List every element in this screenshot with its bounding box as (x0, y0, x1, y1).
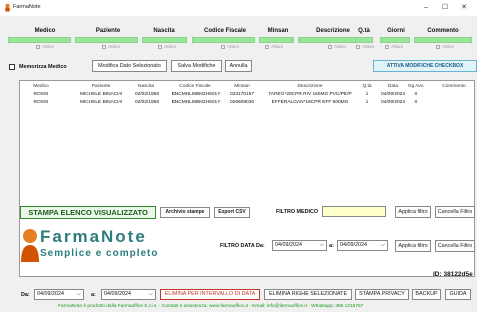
filter-active-codice-fiscale[interactable]: Attivo (221, 45, 239, 50)
table-row-1-qta: 1 (365, 100, 369, 105)
table-col-qta: Q.tà (362, 84, 372, 89)
table-col-paziente: Paziente (91, 84, 111, 89)
table-row-1-nascita: 02/02/1956 (134, 100, 159, 105)
table-col-minsan: Minsan (234, 84, 250, 89)
filter-codice-fiscale-input[interactable] (192, 37, 255, 43)
window-title: FarmaNote (13, 4, 41, 10)
filtro-medico-label: FILTRO MEDICO (276, 209, 319, 215)
table-row-0-codice-fiscale: BNCMHL56B02H501Y (171, 92, 221, 97)
header-commento: Commento (427, 28, 459, 34)
filter-active-commento[interactable]: Attivo (436, 45, 454, 50)
maximize-icon[interactable]: ☐ (438, 2, 452, 14)
filter-descrizione-input[interactable] (298, 37, 361, 43)
applica-filtro-medico-button[interactable]: Applica filtro (395, 206, 431, 218)
chevron-down-icon[interactable]: ⌵ (320, 241, 324, 250)
stampa-privacy-button[interactable]: STAMPA PRIVACY (355, 289, 409, 300)
table-col-medico: Medico (33, 84, 49, 89)
id-label: ID: 38122d5e (433, 271, 473, 278)
cancella-filtro-data-button[interactable]: Cancella Filtro (435, 240, 475, 252)
table-row-0-descrizione: TAREG*28CPR RIV 160MG PVC/PE/P (268, 92, 352, 97)
salva-modifiche-button[interactable]: Salva Modifiche (171, 60, 222, 72)
table-row-0-medico: ROSSI (33, 92, 49, 97)
filter-minsan-input[interactable] (259, 37, 294, 43)
table-col-gg-avv: Gg Avv. (407, 84, 425, 89)
elimina-righe-button[interactable]: ELIMINA RIGHE SELEZIONATE (264, 289, 352, 300)
close-icon[interactable]: ✕ (457, 2, 471, 14)
filtro-data-label: FILTRO DATA Da: (220, 243, 265, 249)
table-row-0-minsan: 033170157 (229, 92, 254, 97)
header-medico: Medico (34, 28, 56, 34)
filter-active-minsan[interactable]: Attivo (265, 45, 283, 50)
guida-button[interactable]: GUIDA (445, 289, 471, 300)
modifica-dato-button[interactable]: Modifica Dato Selezionato (92, 60, 167, 72)
export-csv-button[interactable]: Export CSV (214, 207, 250, 218)
table-row-0-nascita: 02/02/1956 (134, 92, 159, 97)
chevron-down-icon[interactable]: ⌵ (149, 290, 153, 299)
table-row-0-gg-avv: 0 (414, 92, 418, 97)
header-minsan: Minsan (267, 28, 289, 34)
filtro-data-a-input[interactable]: 04/09/2024 ⌵ (337, 240, 388, 251)
chevron-down-icon[interactable]: ⌵ (77, 290, 81, 299)
attiva-modifiche-checkbox-button[interactable]: ATTIVA MODIFICHE CHECKBOX (373, 60, 477, 72)
app-window: { "window": { "title": "FarmaNote" }, "h… (0, 0, 477, 312)
filter-active-medico[interactable]: Attivo (36, 45, 54, 50)
filter-nascita-input[interactable] (142, 37, 187, 43)
bottom-da-label: Da: (21, 292, 30, 298)
stampa-elenco-button[interactable]: STAMPA ELENCO VISUALIZZATO (20, 206, 156, 219)
table-row-1-gg-avv: 0 (414, 100, 418, 105)
minimize-icon[interactable]: – (419, 2, 433, 14)
filter-medico-input[interactable] (8, 37, 71, 43)
filter-qta-input[interactable] (355, 37, 373, 43)
header-nascita: Nascita (153, 28, 175, 34)
logo-title: FarmaNote (40, 227, 147, 246)
header-qta: Q.tà (358, 28, 370, 34)
filter-active-giorni[interactable]: Attivo (385, 45, 403, 50)
app-icon (5, 3, 10, 12)
table-row-1-descrizione: EFFERALGAN*16CPR EFF 500MG (271, 100, 349, 105)
filter-giorni-input[interactable] (380, 37, 410, 43)
filter-active-descrizione[interactable]: Attivo (328, 45, 346, 50)
table-row-1-codice-fiscale: BNCMHL56B02H501Y (171, 100, 221, 105)
elimina-intervallo-button[interactable]: ELIMINA PER INTERVALLO DI DATA (160, 289, 260, 300)
table-col-commento: Commento (442, 84, 466, 89)
filtro-data-a-label: a: (329, 243, 334, 249)
archivio-stampe-button[interactable]: Archivio stampe (160, 207, 210, 218)
filter-paziente-input[interactable] (75, 37, 138, 43)
pharmacist-icon (21, 229, 39, 262)
farmanote-logo: FarmaNote Semplice e completo (16, 227, 166, 267)
footer-text: FarmaNote è prodotto dalla Farmaoffice S… (58, 304, 364, 309)
bottom-a-input[interactable]: 04/09/2024 ⌵ (101, 289, 156, 300)
table-row-0-qta: 1 (365, 92, 369, 97)
applica-filtro-data-button[interactable]: Applica filtro (395, 240, 431, 252)
table-col-codice-fiscale: Codice Fiscale (179, 84, 211, 89)
table-row-1-minsan: 026608036 (229, 100, 254, 105)
title-bar: FarmaNote – ☐ ✕ (0, 0, 477, 16)
filter-active-nascita[interactable]: Attivo (158, 45, 176, 50)
table-col-data: Data (387, 84, 399, 89)
table-row-0-paziente: MICHELE BINACHI (79, 92, 123, 97)
table-row-1-data: 04/09/2024 (380, 100, 405, 105)
table-row-1-medico: ROSSI (33, 100, 49, 105)
filtro-data-da-input[interactable]: 04/09/2024 ⌵ (272, 240, 327, 251)
filter-commento-input[interactable] (414, 37, 472, 43)
table-col-descrizione: Descrizione (297, 84, 323, 89)
annulla-button[interactable]: Annulla (225, 60, 252, 72)
table-row-1-paziente: MICHELE BINACHI (79, 100, 123, 105)
chevron-down-icon[interactable]: ⌵ (381, 241, 385, 250)
header-codice-fiscale: Codice Fiscale (203, 28, 247, 34)
bottom-a-label: a: (91, 292, 96, 298)
header-paziente: Paziente (95, 28, 121, 34)
table-col-nascita: Nascita (138, 84, 154, 89)
filter-active-qta[interactable]: Attivo (356, 45, 374, 50)
backup-button[interactable]: BACKUP (412, 289, 441, 300)
table-row-0-data: 04/09/2024 (380, 92, 405, 97)
cancella-filtro-medico-button[interactable]: Cancella Filtro (435, 206, 475, 218)
header-giorni: Giorni (387, 28, 405, 34)
bottom-da-input[interactable]: 04/09/2024 ⌵ (34, 289, 84, 300)
logo-subtitle: Semplice e completo (40, 248, 159, 259)
memorizza-medico-label: Memorizza Medico (19, 64, 67, 70)
filtro-medico-input[interactable] (322, 206, 386, 217)
filter-active-paziente[interactable]: Attivo (102, 45, 120, 50)
memorizza-medico-checkbox[interactable] (9, 64, 15, 70)
